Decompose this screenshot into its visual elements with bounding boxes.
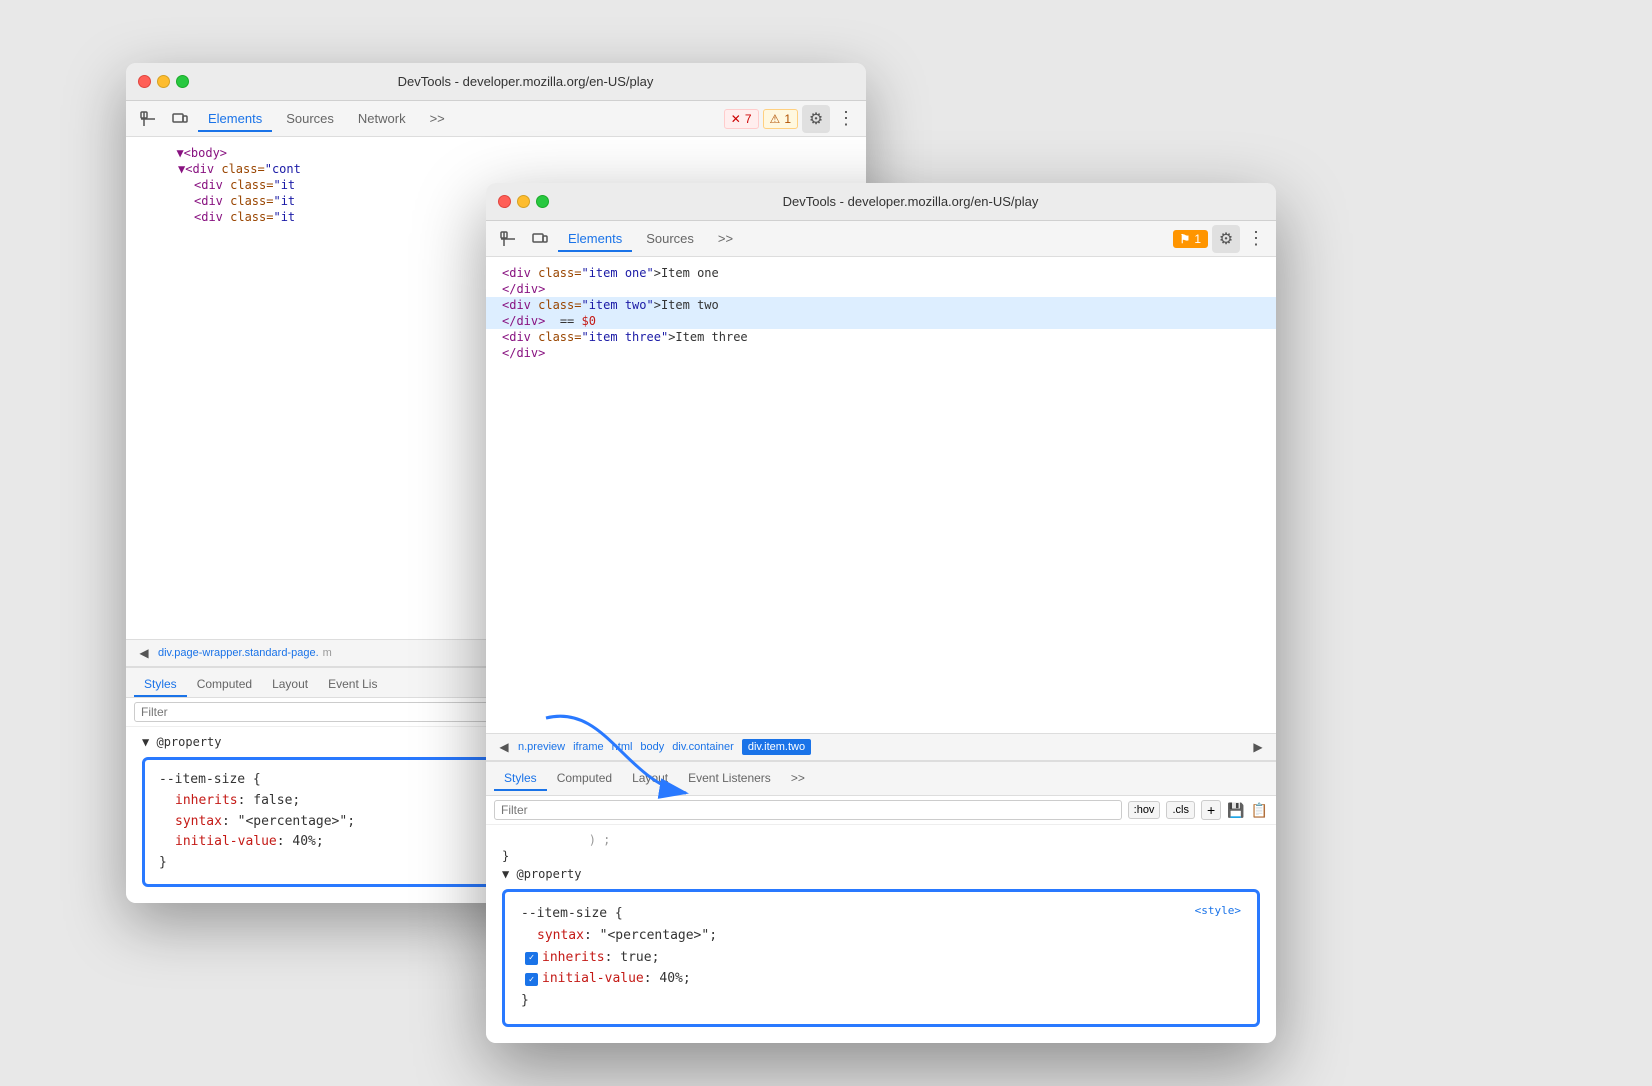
css-prop-syntax-front: syntax : "<percentage>"; <box>521 926 1241 947</box>
tab-styles-back[interactable]: Styles <box>134 673 187 697</box>
error-badge-back[interactable]: ✕ 7 <box>724 109 759 129</box>
tab-elements-front[interactable]: Elements <box>558 227 632 252</box>
breadcrumb-n-preview[interactable]: n.preview <box>518 741 565 753</box>
toolbar-back: Elements Sources Network >> ✕ 7 ⚠ 1 ⚙ ⋮ <box>126 101 866 137</box>
save-file-btn[interactable]: 💾 <box>1227 802 1244 819</box>
breadcrumb-back-btn-front[interactable]: ◀ <box>494 737 514 757</box>
tab-event-listeners-back[interactable]: Event Lis <box>318 673 387 697</box>
tree-line: </div> <box>486 345 1276 361</box>
tree-line-selected-2: </div> == $0 <box>486 313 1276 329</box>
more-btn-front[interactable]: ⋮ <box>1244 225 1268 253</box>
titlebar-front: DevTools - developer.mozilla.org/en-US/p… <box>486 183 1276 221</box>
filter-toolbar-front: :hov .cls + 💾 📋 <box>486 796 1276 825</box>
css-prop-initial-front: ✓ initial-value : 40%; <box>521 969 1241 990</box>
breadcrumb-back-btn[interactable]: ◀ <box>134 643 154 663</box>
breadcrumb-body[interactable]: body <box>640 741 664 753</box>
tab-more-back[interactable]: >> <box>420 107 455 132</box>
initial-value-checkbox[interactable]: ✓ <box>525 973 538 986</box>
inspector-icon[interactable] <box>134 105 162 133</box>
bottom-panel-front: Styles Computed Layout Event Listeners >… <box>486 761 1276 1043</box>
screenshot-btn[interactable]: 📋 <box>1251 802 1268 819</box>
tree-line-selected[interactable]: <div class="item two">Item two <box>486 297 1276 313</box>
breadcrumb-div-container[interactable]: div.container <box>672 741 734 753</box>
breadcrumb-div-item-two[interactable]: div.item.two <box>742 739 811 755</box>
breadcrumb-ellipsis: m <box>323 647 332 659</box>
breadcrumb-item[interactable]: div.page-wrapper.standard-page. <box>158 647 319 659</box>
hov-btn[interactable]: :hov <box>1128 801 1161 819</box>
tab-network-back[interactable]: Network <box>348 107 416 132</box>
breadcrumb-bar-front: ◀ n.preview iframe html body div.contain… <box>486 733 1276 761</box>
panel-tabs-front: Styles Computed Layout Event Listeners >… <box>486 762 1276 796</box>
traffic-lights-front <box>498 195 549 208</box>
breadcrumb-html[interactable]: html <box>612 741 633 753</box>
window-title-front: DevTools - developer.mozilla.org/en-US/p… <box>557 194 1264 209</box>
tab-styles-front[interactable]: Styles <box>494 767 547 791</box>
warning-badge-front[interactable]: ⚑ 1 <box>1173 230 1208 248</box>
tree-line: ▼<body> <box>126 145 866 161</box>
filter-input-front[interactable] <box>494 800 1122 820</box>
inspector-icon-front[interactable] <box>494 225 522 253</box>
close-btn-back[interactable] <box>138 75 151 88</box>
tree-line: <div class="item one">Item one <box>486 265 1276 281</box>
traffic-lights-back <box>138 75 189 88</box>
breadcrumb-fwd-btn-front[interactable]: ▶ <box>1248 737 1268 757</box>
devtools-window-front: DevTools - developer.mozilla.org/en-US/p… <box>486 183 1276 1043</box>
warning-badge-back[interactable]: ⚠ 1 <box>763 109 798 129</box>
breadcrumb-iframe[interactable]: iframe <box>573 741 604 753</box>
tree-line: ▼<div class="cont <box>126 161 866 177</box>
tab-computed-front[interactable]: Computed <box>547 767 622 791</box>
tab-computed-back[interactable]: Computed <box>187 673 262 697</box>
minimize-btn-front[interactable] <box>517 195 530 208</box>
html-tree-front: <div class="item one">Item one </div> <d… <box>486 257 1276 733</box>
maximize-btn-back[interactable] <box>176 75 189 88</box>
rule-close-brace: } <box>502 849 1260 863</box>
highlight-box-front: <style> --item-size { syntax : "<percent… <box>502 889 1260 1027</box>
tab-more-panel-front[interactable]: >> <box>781 767 815 791</box>
window-title-back: DevTools - developer.mozilla.org/en-US/p… <box>197 74 854 89</box>
maximize-btn-front[interactable] <box>536 195 549 208</box>
tab-event-listeners-front[interactable]: Event Listeners <box>678 767 781 791</box>
tree-line: <div class="item three">Item three <box>486 329 1276 345</box>
add-rule-btn[interactable]: + <box>1201 800 1221 820</box>
css-prop-inherits-front: ✓ inherits : true; <box>521 948 1241 969</box>
minimize-btn-back[interactable] <box>157 75 170 88</box>
tree-line: </div> <box>486 281 1276 297</box>
tab-sources-back[interactable]: Sources <box>276 107 344 132</box>
settings-btn-back[interactable]: ⚙ <box>802 105 830 133</box>
css-close-front: } <box>521 991 1241 1012</box>
tab-sources-front[interactable]: Sources <box>636 227 704 252</box>
at-property-front: ▼ @property <box>502 867 1260 881</box>
css-selector-front: --item-size { <box>521 904 1241 925</box>
tab-layout-front[interactable]: Layout <box>622 767 678 791</box>
close-btn-front[interactable] <box>498 195 511 208</box>
tab-layout-back[interactable]: Layout <box>262 673 318 697</box>
inherits-checkbox[interactable]: ✓ <box>525 952 538 965</box>
devtools-body-front: <div class="item one">Item one </div> <d… <box>486 257 1276 1043</box>
responsive-icon[interactable] <box>166 105 194 133</box>
code-block-front: --item-size { syntax : "<percentage>"; ✓ <box>521 904 1241 1012</box>
titlebar-back: DevTools - developer.mozilla.org/en-US/p… <box>126 63 866 101</box>
tab-elements-back[interactable]: Elements <box>198 107 272 132</box>
settings-btn-front[interactable]: ⚙ <box>1212 225 1240 253</box>
more-btn-back[interactable]: ⋮ <box>834 105 858 133</box>
responsive-icon-front[interactable] <box>526 225 554 253</box>
toolbar-front: Elements Sources >> ⚑ 1 ⚙ ⋮ <box>486 221 1276 257</box>
cls-btn[interactable]: .cls <box>1166 801 1195 819</box>
partial-rule-top: ) ; <box>502 833 1260 847</box>
styles-content-front: ) ; } ▼ @property <style> --item-size { <box>486 825 1276 1043</box>
style-source[interactable]: <style> <box>1195 904 1241 917</box>
tab-more-front[interactable]: >> <box>708 227 743 252</box>
